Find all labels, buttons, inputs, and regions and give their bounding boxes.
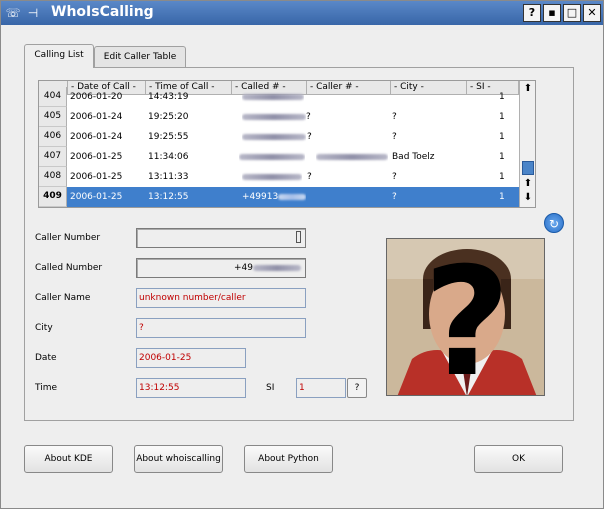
refresh-icon[interactable]: ↻ [544,213,564,233]
time-label: Time [35,383,58,393]
about-python-button[interactable]: About Python [244,445,333,473]
date-label: Date [35,353,57,363]
date-cell: 2006-01-24 [70,132,123,142]
table-row[interactable]: 408 2006-01-25 13:11:33 ? ? 1 [39,167,519,187]
time-cell: 19:25:55 [148,132,189,142]
redacted-number [242,93,304,100]
called-number-field[interactable]: +49 [136,258,306,278]
unknown-caller-image: ? [387,239,544,396]
redacted-number [239,153,305,160]
caller-name-field[interactable]: unknown number/caller [136,288,306,308]
called-number-value: +49 [234,263,253,273]
calls-table[interactable]: - Date of Call - - Time of Call - - Call… [38,80,536,208]
city-label: City [35,323,53,333]
caret-box-icon [296,231,301,243]
caller-cell: ? [306,112,311,122]
about-whoiscalling-button[interactable]: About whoiscalling [134,445,223,473]
pin-icon[interactable]: ⊣ [25,5,41,21]
close-button[interactable]: ✕ [583,4,601,22]
city-cell: ? [392,132,397,142]
time-cell: 13:12:55 [148,192,189,202]
date-cell: 2006-01-24 [70,112,123,122]
scroll-up-arrow-icon[interactable]: ⬆ [521,177,535,191]
city-cell: Bad Toelz [392,152,435,162]
table-row[interactable]: 406 2006-01-24 19:25:55 ? ? 1 [39,127,519,147]
help-button[interactable]: ? [523,4,541,22]
minimize-button[interactable]: ▪ [543,4,561,22]
date-field[interactable]: 2006-01-25 [136,348,246,368]
row-header[interactable]: 404 [39,87,67,107]
called-cell [242,167,302,187]
table-row-selected[interactable]: 409 2006-01-25 13:12:55 +49913 ? 1 [39,187,519,207]
window-title: WhoIsCalling [51,4,154,20]
row-header[interactable]: 409 [39,187,67,207]
redacted-number [278,193,307,200]
caller-cell [316,147,388,167]
maximize-button[interactable]: □ [563,4,581,22]
tab-calling-list[interactable]: Calling List [24,44,94,68]
si-cell: 1 [499,192,505,202]
row-header[interactable]: 407 [39,147,67,167]
caller-photo: ? [386,238,545,396]
about-kde-button[interactable]: About KDE [24,445,113,473]
caller-number-field[interactable] [136,228,306,248]
tab-edit-caller-table-label: Edit Caller Table [103,52,177,62]
si-cell: 1 [499,172,505,182]
scroll-up-arrow-icon[interactable]: ⬆ [521,82,535,96]
si-cell: 1 [499,92,505,102]
called-number-label: Called Number [35,263,103,273]
row-header[interactable]: 408 [39,167,67,187]
row-header[interactable]: 406 [39,127,67,147]
si-cell: 1 [499,152,505,162]
redacted-number [242,133,306,140]
si-cell: 1 [499,112,505,122]
si-field[interactable]: 1 [296,378,346,398]
caller-cell: ? [307,132,312,142]
time-cell: 19:25:20 [148,112,189,122]
scroll-down-arrow-icon[interactable]: ⬇ [521,191,535,205]
city-cell: ? [392,172,397,182]
caller-number-label: Caller Number [35,233,101,243]
table-scrollbar[interactable]: ⬆ ⬆ ⬇ [519,81,535,207]
called-cell: +49913 [242,187,307,207]
redacted-number [242,173,302,180]
phone-icon[interactable]: ☏ [5,5,21,21]
date-cell: 2006-01-25 [70,192,123,202]
redacted-number [253,264,301,271]
caller-name-label: Caller Name [35,293,91,303]
called-cell [239,147,305,167]
redacted-number [242,113,306,120]
table-row[interactable]: 405 2006-01-24 19:25:20 ? ? 1 [39,107,519,127]
si-help-button[interactable]: ? [347,378,367,398]
date-cell: 2006-01-25 [70,152,123,162]
title-bar[interactable]: ☏ ⊣ WhoIsCalling ? ▪ □ ✕ [1,1,603,25]
called-number-text: +49913 [242,192,279,202]
city-cell: ? [392,192,397,202]
city-cell: ? [392,112,397,122]
si-cell: 1 [499,132,505,142]
date-cell: 2006-01-25 [70,172,123,182]
si-label: SI [266,383,275,393]
main-window: ☏ ⊣ WhoIsCalling ? ▪ □ ✕ Calling List Ed… [0,0,604,509]
called-cell [242,87,304,107]
table-row[interactable]: 407 2006-01-25 11:34:06 Bad Toelz 1 [39,147,519,167]
row-header[interactable]: 405 [39,107,67,127]
tab-calling-list-label: Calling List [34,50,84,60]
redacted-number [316,153,388,160]
city-field[interactable]: ? [136,318,306,338]
caller-cell: ? [307,172,312,182]
time-cell: 11:34:06 [148,152,189,162]
time-cell: 14:43:19 [148,92,189,102]
ok-button[interactable]: OK [474,445,563,473]
called-cell [242,127,306,147]
time-cell: 13:11:33 [148,172,189,182]
table-row[interactable]: 404 2006-01-20 14:43:19 1 [39,87,519,107]
time-field[interactable]: 13:12:55 [136,378,246,398]
svg-text:?: ? [423,239,510,396]
tab-edit-caller-table[interactable]: Edit Caller Table [94,46,186,68]
called-cell [242,107,306,127]
date-cell: 2006-01-20 [70,92,123,102]
scrollbar-thumb[interactable] [522,161,534,175]
